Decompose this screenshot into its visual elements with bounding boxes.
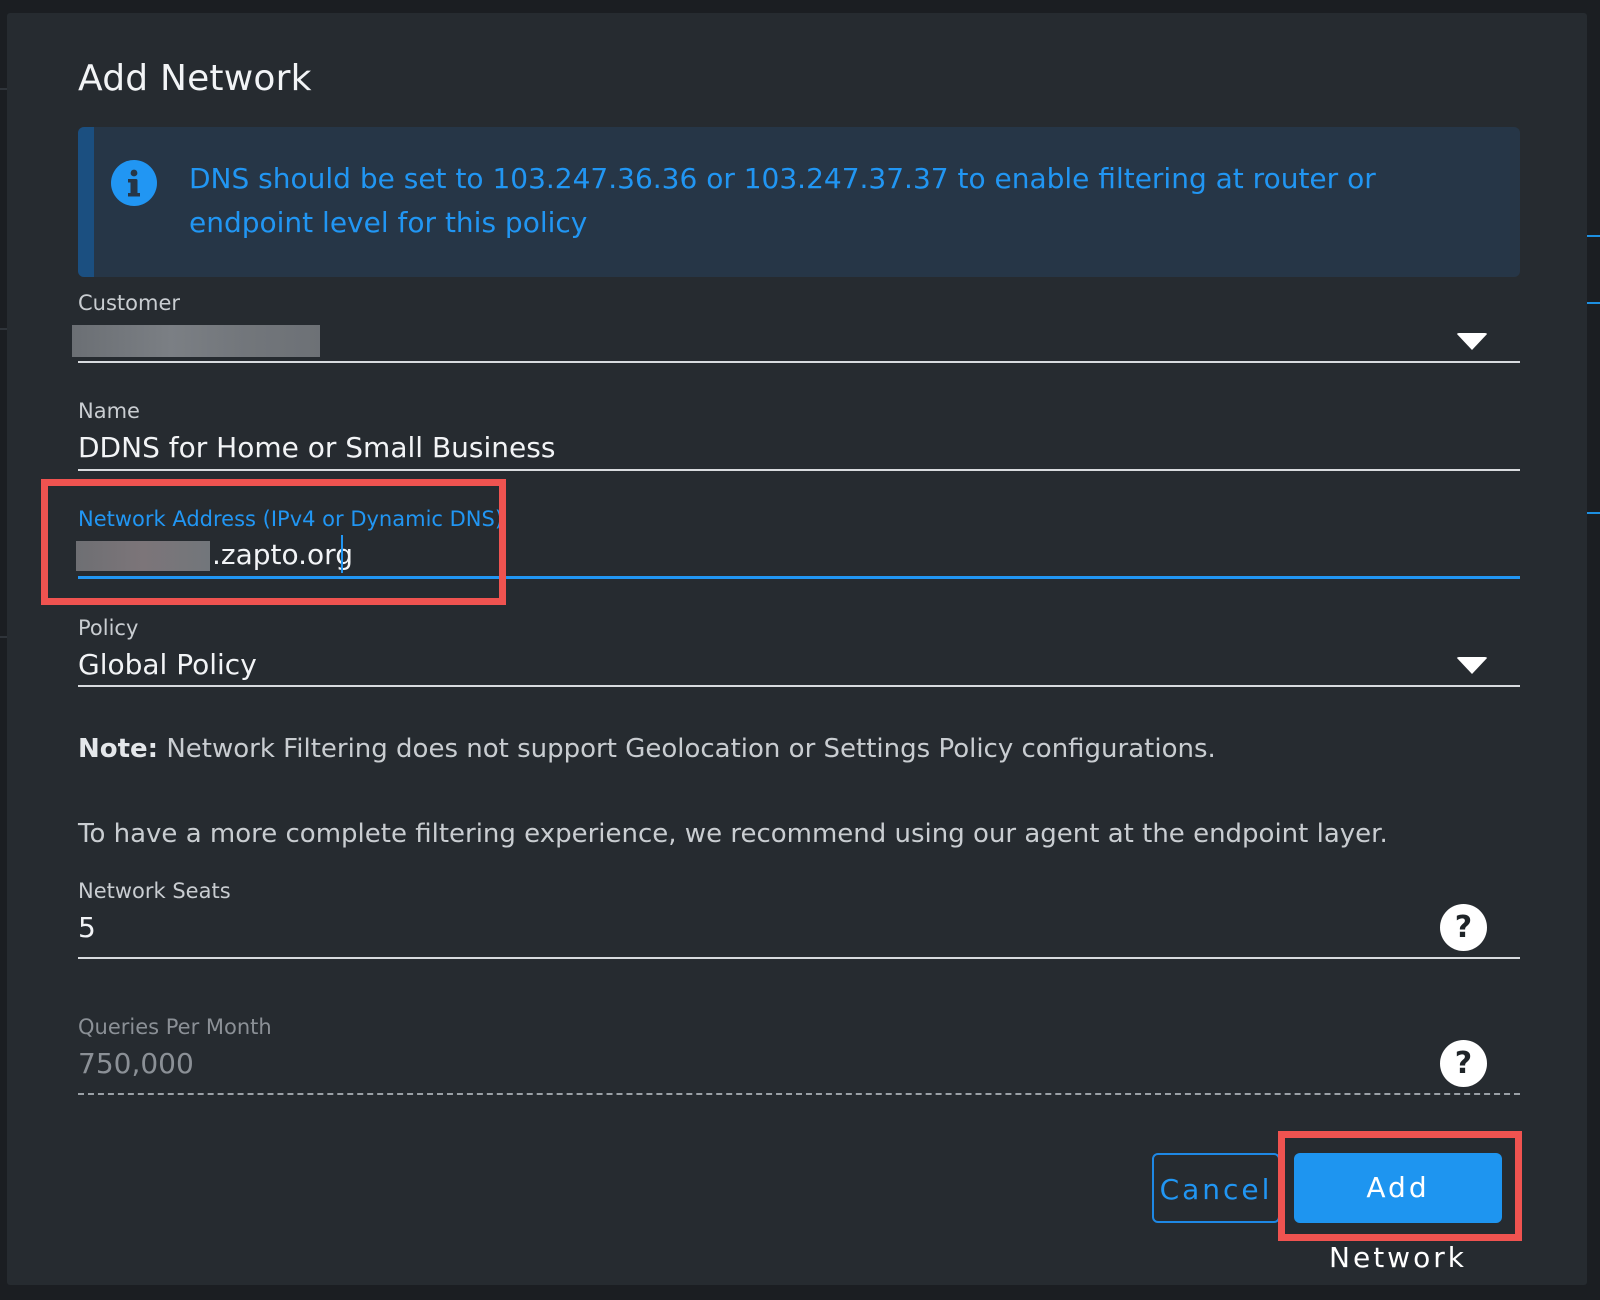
- policy-value: Global Policy: [78, 648, 257, 681]
- customer-select[interactable]: Customer: [72, 283, 1520, 367]
- network-seats-underline: [78, 957, 1520, 959]
- name-label: Name: [78, 399, 140, 423]
- chevron-down-icon[interactable]: [1456, 657, 1488, 674]
- customer-value-redacted: [72, 325, 320, 357]
- add-network-dialog: Add Network DNS should be set to 103.247…: [7, 13, 1587, 1285]
- customer-label: Customer: [78, 291, 181, 315]
- background-accent-line: [1587, 512, 1600, 514]
- queries-per-month-field: Queries Per Month 750,000 ?: [78, 1007, 1520, 1101]
- note-prefix: Note:: [78, 734, 159, 764]
- info-icon: [111, 160, 157, 206]
- name-field[interactable]: Name DDNS for Home or Small Business: [78, 391, 1520, 475]
- note-text: Network Filtering does not support Geolo…: [166, 734, 1216, 764]
- info-banner-text: DNS should be set to 103.247.36.36 or 10…: [189, 162, 1376, 239]
- queries-per-month-value: 750,000: [78, 1047, 194, 1080]
- queries-per-month-label: Queries Per Month: [78, 1015, 272, 1039]
- background-accent-line: [1587, 235, 1600, 237]
- cancel-button[interactable]: Cancel: [1152, 1153, 1280, 1223]
- highlight-network-address: [41, 479, 506, 605]
- agent-recommendation: To have a more complete filtering experi…: [78, 819, 1388, 849]
- name-input[interactable]: DDNS for Home or Small Business: [78, 431, 555, 464]
- help-icon[interactable]: ?: [1440, 1040, 1487, 1087]
- network-seats-input[interactable]: 5: [78, 911, 96, 944]
- chevron-down-icon[interactable]: [1456, 333, 1488, 350]
- policy-underline: [78, 685, 1520, 687]
- policy-label: Policy: [78, 616, 139, 640]
- highlight-add-network-button: [1278, 1131, 1522, 1241]
- queries-per-month-underline: [78, 1093, 1520, 1095]
- policy-select[interactable]: Policy Global Policy: [78, 608, 1520, 692]
- info-banner-accent-bar: [78, 127, 94, 277]
- network-filtering-note: Note: Network Filtering does not support…: [78, 734, 1216, 764]
- dns-info-banner: DNS should be set to 103.247.36.36 or 10…: [78, 127, 1520, 277]
- dialog-title: Add Network: [78, 58, 312, 99]
- network-seats-label: Network Seats: [78, 879, 231, 903]
- background-accent-line: [1587, 302, 1600, 304]
- name-underline: [78, 469, 1520, 471]
- network-seats-field[interactable]: Network Seats 5 ?: [78, 871, 1520, 965]
- customer-underline: [78, 361, 1520, 363]
- help-icon[interactable]: ?: [1440, 904, 1487, 951]
